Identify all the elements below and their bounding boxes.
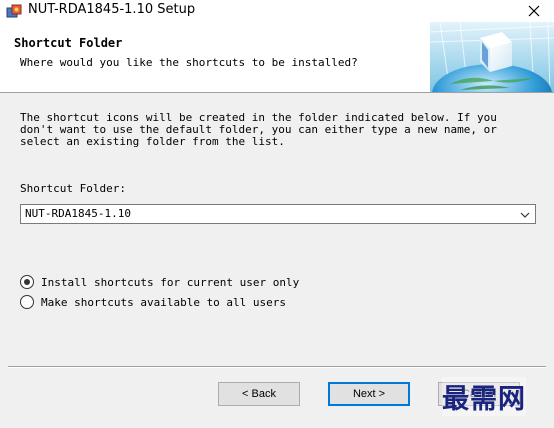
title-bar[interactable]: NUT-RDA1845-1.10 Setup	[0, 0, 554, 22]
option-all-users[interactable]: Make shortcuts available to all users	[20, 295, 286, 309]
wizard-content: The shortcut icons will be created in th…	[0, 94, 554, 366]
footer-separator	[8, 366, 546, 368]
page-subtitle: Where would you like the shortcuts to be…	[20, 56, 358, 69]
radio-current-user[interactable]	[20, 275, 34, 289]
next-button[interactable]: Next >	[328, 382, 410, 406]
window-title: NUT-RDA1845-1.10 Setup	[28, 2, 196, 17]
setup-dialog: NUT-RDA1845-1.10 Setup Shortcut Folder W…	[0, 0, 554, 428]
shortcut-folder-value[interactable]: NUT-RDA1845-1.10	[25, 207, 131, 220]
close-button[interactable]	[514, 0, 554, 22]
watermark-logo: 最需网	[442, 377, 526, 416]
instructions-text: The shortcut icons will be created in th…	[20, 111, 497, 148]
shortcut-folder-combobox[interactable]: NUT-RDA1845-1.10	[20, 204, 536, 224]
wizard-header: Shortcut Folder Where would you like the…	[0, 22, 554, 93]
close-icon	[528, 5, 540, 17]
option-current-user[interactable]: Install shortcuts for current user only	[20, 275, 299, 289]
shortcut-folder-label: Shortcut Folder:	[20, 182, 126, 195]
installer-app-icon	[6, 4, 22, 18]
header-globe-graphic	[430, 22, 554, 92]
chevron-down-icon[interactable]	[519, 209, 531, 221]
radio-all-users[interactable]	[20, 295, 34, 309]
page-title: Shortcut Folder	[14, 36, 123, 50]
back-button[interactable]: < Back	[218, 382, 300, 406]
option-all-users-label[interactable]: Make shortcuts available to all users	[41, 296, 286, 309]
option-current-user-label[interactable]: Install shortcuts for current user only	[41, 276, 299, 289]
